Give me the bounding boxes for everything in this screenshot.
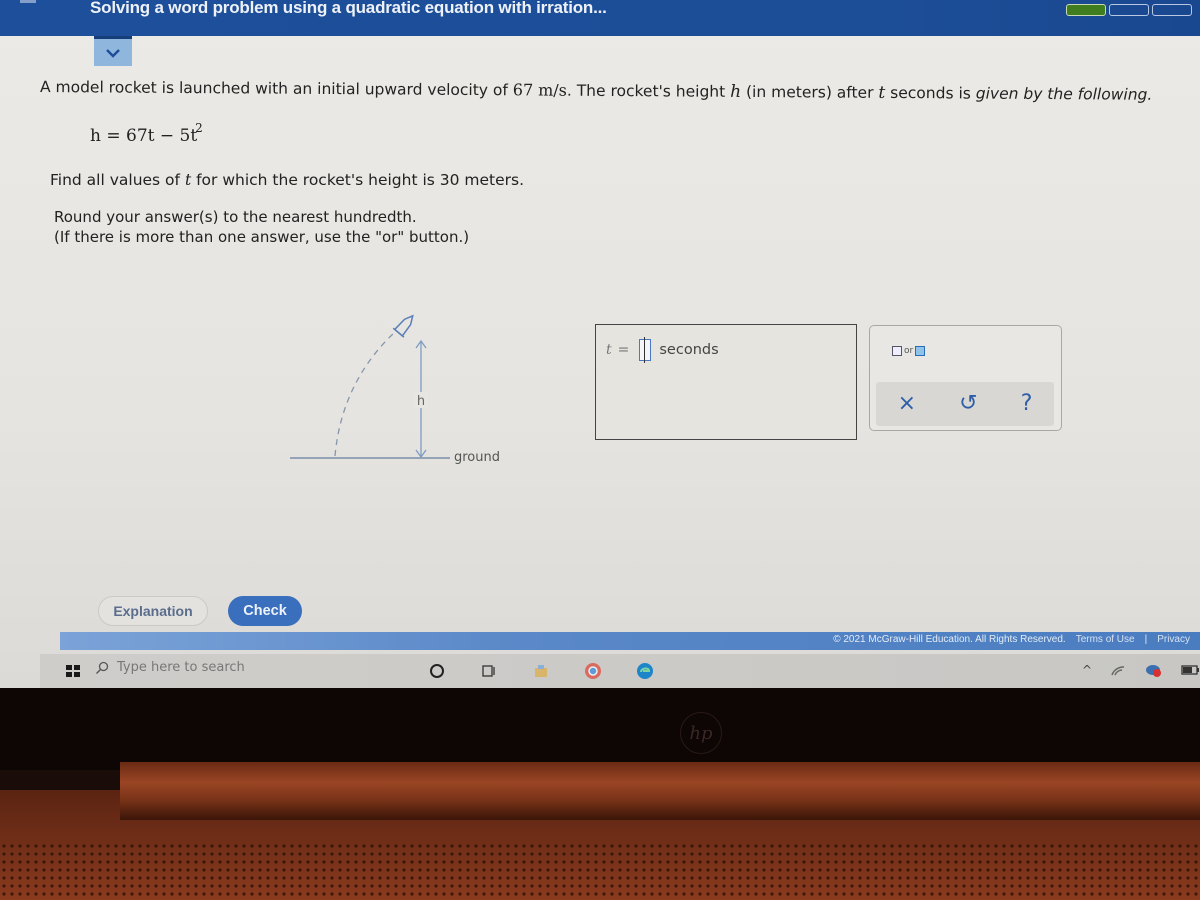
battery-icon[interactable] [1180, 663, 1200, 677]
equation: h = 67t − 5t2 [90, 121, 203, 146]
velocity-value: 67 [512, 80, 534, 100]
intro-text: given by the following. [975, 84, 1153, 104]
footer: © 2021 McGraw-Hill Education. All Rights… [60, 632, 1200, 650]
rocket-diagram: h ground [290, 314, 500, 465]
footer-separator: | [1144, 634, 1148, 645]
copyright-text: © 2021 McGraw-Hill Education. All Rights… [833, 634, 1066, 645]
edge-icon[interactable] [634, 660, 656, 682]
equation-main: h = 67t − 5t [90, 126, 198, 146]
question-task: Find all values of t for which the rocke… [50, 171, 524, 189]
page-title: Solving a word problem using a quadratic… [90, 0, 607, 17]
trajectory-path [334, 331, 396, 457]
wifi-icon[interactable] [1110, 663, 1126, 677]
chrome-icon[interactable] [582, 660, 604, 682]
box-icon [915, 346, 926, 356]
explanation-button[interactable]: Explanation [98, 596, 208, 626]
search-icon [96, 661, 109, 674]
or-label: or [904, 346, 914, 356]
rounding-line-1: Round your answer(s) to the nearest hund… [54, 208, 417, 226]
laptop-bezel [0, 688, 1200, 770]
equation-exponent: 2 [195, 121, 203, 135]
intro-text: (in meters) after [741, 82, 879, 102]
height-label: h [417, 394, 425, 409]
progress-indicator [1066, 4, 1192, 16]
velocity-unit: m/s [538, 80, 567, 100]
taskbar-search[interactable]: Type here to search [95, 660, 245, 675]
variable-h: h [730, 81, 742, 102]
tool-actions: × ↺ ? [876, 382, 1054, 426]
menu-icon[interactable] [20, 0, 36, 3]
rounding-line-2: (If there is more than one answer, use t… [54, 228, 470, 246]
answer-unit: seconds [659, 342, 719, 358]
question-intro: A model rocket is launched with an initi… [40, 77, 1200, 105]
intro-text: seconds is [885, 83, 976, 103]
box-icon [892, 346, 902, 356]
task-text: Find all values of [50, 171, 185, 189]
clear-icon[interactable]: × [898, 393, 916, 415]
screen: Solving a word problem using a quadratic… [0, 0, 1200, 690]
or-button[interactable]: or [892, 346, 926, 356]
chevron-up-icon[interactable]: ^ [1082, 663, 1092, 677]
ground-label: ground [454, 450, 500, 465]
undo-icon[interactable]: ↺ [959, 393, 977, 415]
search-placeholder: Type here to search [117, 660, 245, 675]
collapse-button[interactable] [94, 36, 132, 66]
answer-area: t = seconds [595, 324, 857, 440]
help-icon[interactable]: ? [1021, 393, 1033, 415]
privacy-link[interactable]: Privacy [1157, 634, 1190, 645]
terms-link[interactable]: Terms of Use [1076, 634, 1135, 645]
cortana-icon[interactable] [426, 660, 448, 682]
speaker-grille [0, 842, 1200, 900]
task-text: for which the rocket's height is 30 mete… [191, 171, 525, 189]
onedrive-icon[interactable] [1144, 662, 1162, 678]
intro-text: . The rocket's height [566, 81, 731, 101]
rounding-instructions: Round your answer(s) to the nearest hund… [54, 207, 469, 247]
answer-input[interactable] [639, 337, 652, 363]
system-tray: ^ [1082, 662, 1200, 678]
progress-segment-2 [1109, 4, 1149, 16]
windows-start-icon[interactable] [66, 665, 80, 677]
laptop-hinge [120, 762, 1200, 820]
answer-variable: t [606, 342, 612, 358]
taskbar: Type here to search ^ [40, 654, 1200, 688]
task-view-icon[interactable] [478, 660, 500, 682]
intro-text: A model rocket is launched with an initi… [39, 78, 513, 100]
progress-segment-3 [1152, 4, 1192, 16]
top-bar: Solving a word problem using a quadratic… [0, 0, 1200, 36]
answer-equals: = [617, 342, 630, 358]
rocket-icon [392, 314, 414, 338]
chevron-down-icon [106, 48, 120, 58]
hp-logo: hp [680, 712, 722, 754]
tool-panel: or × ↺ ? [869, 325, 1062, 431]
progress-segment-1 [1066, 4, 1106, 16]
file-explorer-icon[interactable] [530, 660, 552, 682]
check-button[interactable]: Check [228, 596, 302, 626]
